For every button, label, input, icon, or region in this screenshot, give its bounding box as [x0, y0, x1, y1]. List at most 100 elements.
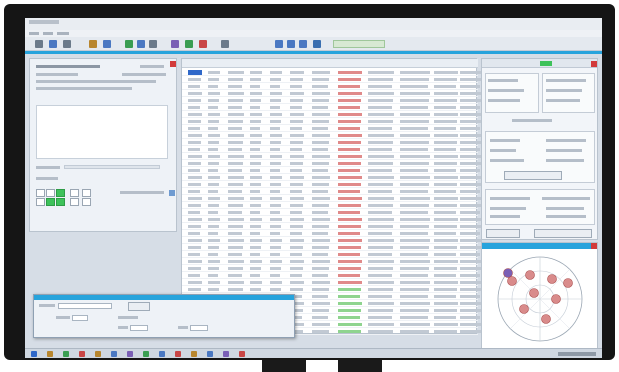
notes-textarea[interactable] — [36, 105, 168, 159]
table-cell — [400, 204, 429, 207]
app-icon[interactable] — [127, 351, 133, 357]
detail-line — [546, 207, 584, 210]
app-icon[interactable] — [239, 351, 245, 357]
table-row[interactable] — [182, 174, 482, 181]
dialog-input[interactable] — [130, 325, 148, 331]
polar-marker[interactable] — [529, 288, 539, 298]
terminal-icon[interactable] — [111, 351, 117, 357]
value-slider[interactable] — [64, 165, 160, 169]
search-icon[interactable] — [275, 40, 283, 48]
polar-marker[interactable] — [519, 304, 529, 314]
menu-item-edit[interactable] — [43, 32, 53, 35]
table-row[interactable] — [182, 216, 482, 223]
table-row[interactable] — [182, 76, 481, 83]
help-icon[interactable] — [313, 40, 321, 48]
copy-icon[interactable] — [89, 40, 97, 48]
app-icon[interactable] — [159, 351, 165, 357]
table-row[interactable] — [182, 230, 480, 237]
table-cell — [400, 92, 430, 95]
close-icon[interactable] — [170, 61, 176, 67]
zoom-in-icon[interactable] — [287, 40, 295, 48]
settings-icon[interactable] — [221, 40, 229, 48]
table-row[interactable] — [182, 195, 482, 202]
close-icon[interactable] — [591, 61, 597, 67]
table-row[interactable] — [182, 83, 480, 90]
folder-icon[interactable] — [95, 351, 101, 357]
app-icon[interactable] — [143, 351, 149, 357]
mail-icon[interactable] — [79, 351, 85, 357]
table-row[interactable] — [182, 90, 482, 97]
table-row[interactable] — [182, 167, 480, 174]
action-button[interactable] — [504, 171, 562, 180]
table-cell — [270, 225, 281, 228]
table-row[interactable] — [182, 181, 481, 188]
browser-icon[interactable] — [63, 351, 69, 357]
chart-icon[interactable] — [125, 40, 133, 48]
table-row[interactable] — [182, 69, 482, 76]
save-icon[interactable] — [49, 40, 57, 48]
explorer-icon[interactable] — [47, 351, 53, 357]
table-row[interactable] — [182, 244, 481, 251]
table-row[interactable] — [182, 188, 480, 195]
stop-icon[interactable] — [199, 40, 207, 48]
dialog-input[interactable] — [58, 303, 112, 309]
app-icon[interactable] — [223, 351, 229, 357]
table-row[interactable] — [182, 279, 482, 286]
table-row[interactable] — [182, 265, 481, 272]
print-icon[interactable] — [63, 40, 71, 48]
table-row[interactable] — [182, 153, 482, 160]
table-cell — [338, 309, 361, 312]
play-icon[interactable] — [185, 40, 193, 48]
folder-icon[interactable] — [35, 40, 43, 48]
table-row[interactable] — [182, 118, 481, 125]
grid-icon[interactable] — [149, 40, 157, 48]
system-clock — [558, 352, 596, 356]
polar-marker[interactable] — [525, 270, 535, 280]
filter-icon[interactable] — [171, 40, 179, 48]
table-row[interactable] — [182, 223, 481, 230]
table-row[interactable] — [182, 125, 480, 132]
table-cell — [400, 148, 428, 151]
polar-marker[interactable] — [563, 278, 573, 288]
table-row[interactable] — [182, 111, 482, 118]
table-row[interactable] — [182, 160, 481, 167]
table-cell — [208, 253, 218, 256]
zoom-out-icon[interactable] — [299, 40, 307, 48]
app-icon[interactable] — [175, 351, 181, 357]
polar-marker[interactable] — [507, 276, 517, 286]
table-row[interactable] — [182, 132, 482, 139]
table-row[interactable] — [182, 202, 481, 209]
menu-item-file[interactable] — [29, 32, 39, 35]
table-cell — [434, 148, 456, 151]
start-icon[interactable] — [31, 351, 37, 357]
app-icon[interactable] — [207, 351, 213, 357]
polar-marker[interactable] — [551, 294, 561, 304]
table-row[interactable] — [182, 272, 480, 279]
option-toggle[interactable] — [169, 190, 175, 196]
table-row[interactable] — [182, 146, 480, 153]
action-button[interactable] — [486, 229, 520, 238]
table-cell — [368, 127, 392, 130]
table-row[interactable] — [182, 237, 482, 244]
polar-marker[interactable] — [547, 274, 557, 284]
table-cell — [434, 323, 458, 326]
table-cell — [312, 169, 328, 172]
table-row[interactable] — [182, 251, 480, 258]
menu-item-view[interactable] — [57, 32, 69, 35]
table-row[interactable] — [182, 139, 481, 146]
dialog-input[interactable] — [72, 315, 88, 321]
table-row[interactable] — [182, 258, 482, 265]
table-row[interactable] — [182, 286, 481, 293]
table-row[interactable] — [182, 104, 480, 111]
app-icon[interactable] — [191, 351, 197, 357]
polar-marker[interactable] — [503, 268, 513, 278]
table-row[interactable] — [182, 97, 481, 104]
toolbar-status-field[interactable] — [333, 40, 385, 48]
paste-icon[interactable] — [103, 40, 111, 48]
dialog-input[interactable] — [190, 325, 208, 331]
dialog-ok-button[interactable] — [128, 302, 150, 311]
table-icon[interactable] — [137, 40, 145, 48]
table-row[interactable] — [182, 209, 480, 216]
polar-marker[interactable] — [541, 314, 551, 324]
action-button[interactable] — [534, 229, 592, 238]
